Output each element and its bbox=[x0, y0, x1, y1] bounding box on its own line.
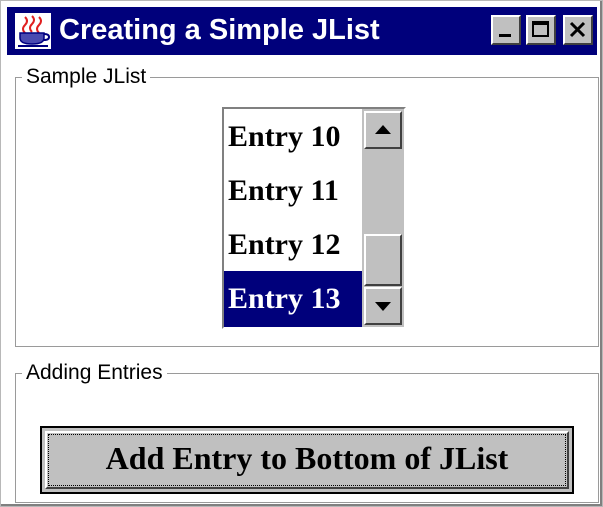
maximize-icon bbox=[532, 21, 549, 37]
close-icon bbox=[569, 21, 586, 38]
close-button[interactable] bbox=[563, 15, 593, 45]
arrow-down-icon bbox=[375, 302, 391, 311]
window-title: Creating a Simple JList bbox=[59, 14, 380, 46]
app-window: Creating a Simple JList Sample JList Ent… bbox=[0, 0, 603, 507]
scroll-down-button[interactable] bbox=[364, 287, 402, 325]
panel-legend-adding: Adding Entries bbox=[22, 360, 167, 386]
list-item-selected[interactable]: Entry 13 bbox=[224, 271, 362, 327]
minimize-icon bbox=[499, 34, 511, 37]
list-scrollbar[interactable] bbox=[362, 109, 404, 327]
list-item[interactable]: Entry 10 bbox=[224, 109, 362, 165]
scroll-thumb[interactable] bbox=[364, 234, 402, 286]
scroll-up-button[interactable] bbox=[364, 111, 402, 149]
list-viewport: Entry 10 Entry 11 Entry 12 Entry 13 bbox=[224, 109, 362, 327]
list-item[interactable]: Entry 11 bbox=[224, 163, 362, 219]
arrow-up-icon bbox=[375, 125, 391, 134]
minimize-button[interactable] bbox=[491, 15, 521, 45]
add-entry-button[interactable]: Add Entry to Bottom of JList bbox=[40, 426, 574, 494]
maximize-button[interactable] bbox=[526, 15, 556, 45]
adding-entries-panel: Adding Entries Add Entry to Bottom of JL… bbox=[15, 360, 599, 503]
list-item[interactable]: Entry 12 bbox=[224, 217, 362, 273]
add-entry-button-label: Add Entry to Bottom of JList bbox=[105, 440, 509, 476]
java-cup-icon[interactable] bbox=[15, 13, 51, 49]
sample-jlist-panel: Sample JList Entry 10 Entry 11 Entry 12 … bbox=[15, 64, 599, 347]
title-bar[interactable]: Creating a Simple JList bbox=[7, 7, 597, 55]
panel-legend-sample: Sample JList bbox=[22, 64, 151, 90]
entry-list[interactable]: Entry 10 Entry 11 Entry 12 Entry 13 bbox=[222, 107, 406, 329]
